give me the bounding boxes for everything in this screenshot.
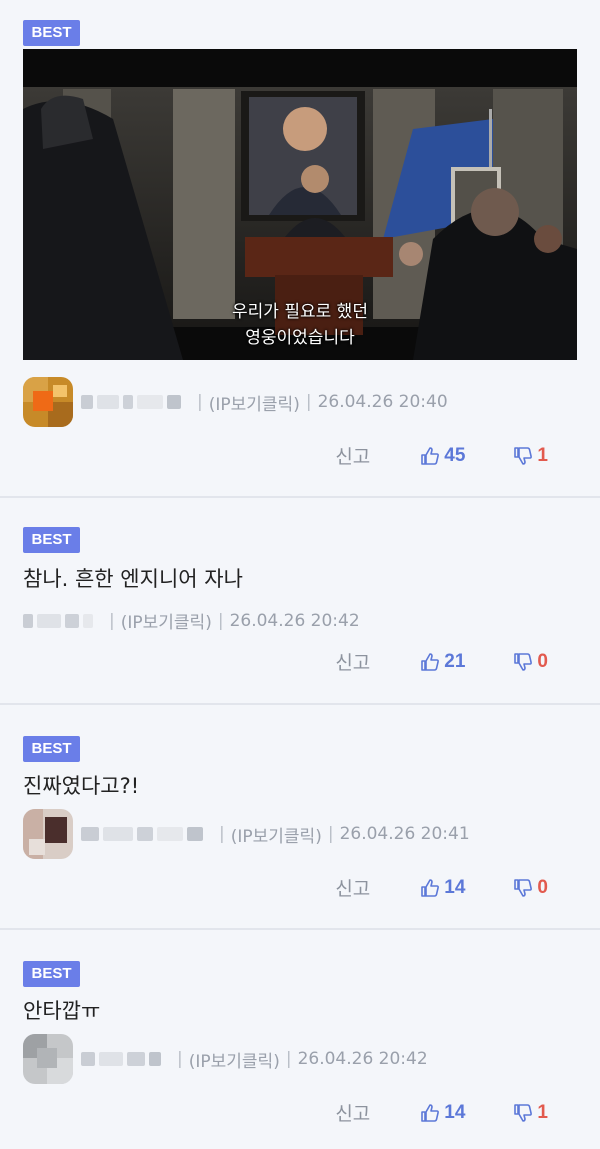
comment-actions: 신고 21 0 [335, 648, 548, 675]
separator: | [327, 824, 334, 844]
dislike-button[interactable]: 0 [513, 877, 548, 899]
like-count: 45 [444, 444, 466, 466]
nickname-blurred[interactable] [81, 824, 207, 844]
comment-text: 안타깝ㅠ [23, 999, 101, 1023]
nickname-blurred[interactable] [81, 1049, 165, 1069]
like-button[interactable]: 14 [420, 1102, 465, 1124]
like-button[interactable]: 21 [420, 651, 465, 673]
comment-meta: | (IP보기클릭) | 26.04.26 20:41 [23, 809, 470, 859]
thumbs-up-icon [421, 446, 440, 465]
separator: | [285, 1049, 292, 1069]
avatar[interactable] [23, 377, 73, 427]
comment-4: BEST 안타깝ㅠ | (IP보기클릭) | 26.04.26 20:42 신고… [0, 930, 600, 1149]
comment-meta: | (IP보기클릭) | 26.04.26 20:42 [23, 1034, 428, 1084]
report-button[interactable]: 신고 [335, 1099, 370, 1126]
avatar[interactable] [23, 809, 73, 859]
like-count: 14 [444, 876, 466, 898]
best-badge: BEST [23, 20, 80, 46]
ip-link[interactable]: (IP보기클릭) [189, 1047, 280, 1072]
separator: | [177, 1049, 183, 1069]
like-button[interactable]: 45 [420, 445, 465, 467]
separator: | [109, 610, 115, 631]
nickname-blurred[interactable] [23, 611, 97, 631]
avatar-image [23, 1034, 73, 1084]
dislike-count: 0 [537, 650, 548, 672]
timestamp: 26.04.26 20:42 [297, 1049, 428, 1069]
like-button[interactable]: 14 [420, 877, 465, 899]
comment-actions: 신고 45 1 [335, 442, 548, 469]
image-subtitle: 우리가 필요로 했던 영웅이었습니다 [23, 299, 577, 351]
comment-1: BEST 우리가 필요로 했던 영웅이었습니다 | (IP보기클릭) | 26.… [0, 0, 600, 496]
subtitle-line-1: 우리가 필요로 했던 [232, 302, 368, 322]
subtitle-line-2: 영웅이었습니다 [245, 328, 355, 348]
thumbs-down-icon [514, 446, 533, 465]
dislike-count: 0 [537, 876, 548, 898]
thumbs-up-icon [421, 652, 440, 671]
timestamp: 26.04.26 20:40 [317, 392, 448, 412]
nickname-blurred[interactable] [81, 392, 185, 412]
report-button[interactable]: 신고 [335, 442, 370, 469]
separator: | [219, 824, 225, 844]
thumbs-up-icon [421, 1103, 440, 1122]
comment-text: 참나. 흔한 엔지니어 자나 [23, 567, 243, 591]
comment-2: BEST 참나. 흔한 엔지니어 자나 | (IP보기클릭) | 26.04.2… [0, 498, 600, 703]
comment-3: BEST 진짜였다고?! | (IP보기클릭) | 26.04.26 20:41… [0, 705, 600, 928]
thumbs-down-icon [514, 1103, 533, 1122]
best-badge: BEST [23, 736, 80, 762]
separator: | [217, 610, 224, 631]
dislike-count: 1 [537, 444, 548, 466]
dislike-count: 1 [537, 1101, 548, 1123]
ip-link[interactable]: (IP보기클릭) [209, 390, 300, 415]
comment-meta: | (IP보기클릭) | 26.04.26 20:40 [23, 377, 448, 427]
like-count: 21 [444, 650, 466, 672]
comment-actions: 신고 14 1 [335, 1099, 548, 1126]
dislike-button[interactable]: 1 [513, 1102, 548, 1124]
comment-actions: 신고 14 0 [335, 874, 548, 901]
timestamp: 26.04.26 20:41 [339, 824, 470, 844]
thumbs-up-icon [421, 878, 440, 897]
ip-link[interactable]: (IP보기클릭) [231, 822, 322, 847]
report-button[interactable]: 신고 [335, 648, 370, 675]
like-count: 14 [444, 1101, 466, 1123]
best-badge: BEST [23, 961, 80, 987]
separator: | [197, 392, 203, 412]
avatar-image [23, 809, 73, 859]
comment-meta: | (IP보기클릭) | 26.04.26 20:42 [23, 608, 360, 633]
ip-link[interactable]: (IP보기클릭) [121, 608, 212, 633]
avatar-image [23, 377, 73, 427]
dislike-button[interactable]: 0 [513, 651, 548, 673]
avatar[interactable] [23, 1034, 73, 1084]
attached-image[interactable]: 우리가 필요로 했던 영웅이었습니다 [23, 49, 577, 360]
report-button[interactable]: 신고 [335, 874, 370, 901]
thumbs-down-icon [514, 652, 533, 671]
best-badge: BEST [23, 527, 80, 553]
separator: | [305, 392, 312, 412]
comment-text: 진짜였다고?! [23, 774, 140, 798]
timestamp: 26.04.26 20:42 [229, 610, 360, 631]
thumbs-down-icon [514, 878, 533, 897]
dislike-button[interactable]: 1 [513, 445, 548, 467]
